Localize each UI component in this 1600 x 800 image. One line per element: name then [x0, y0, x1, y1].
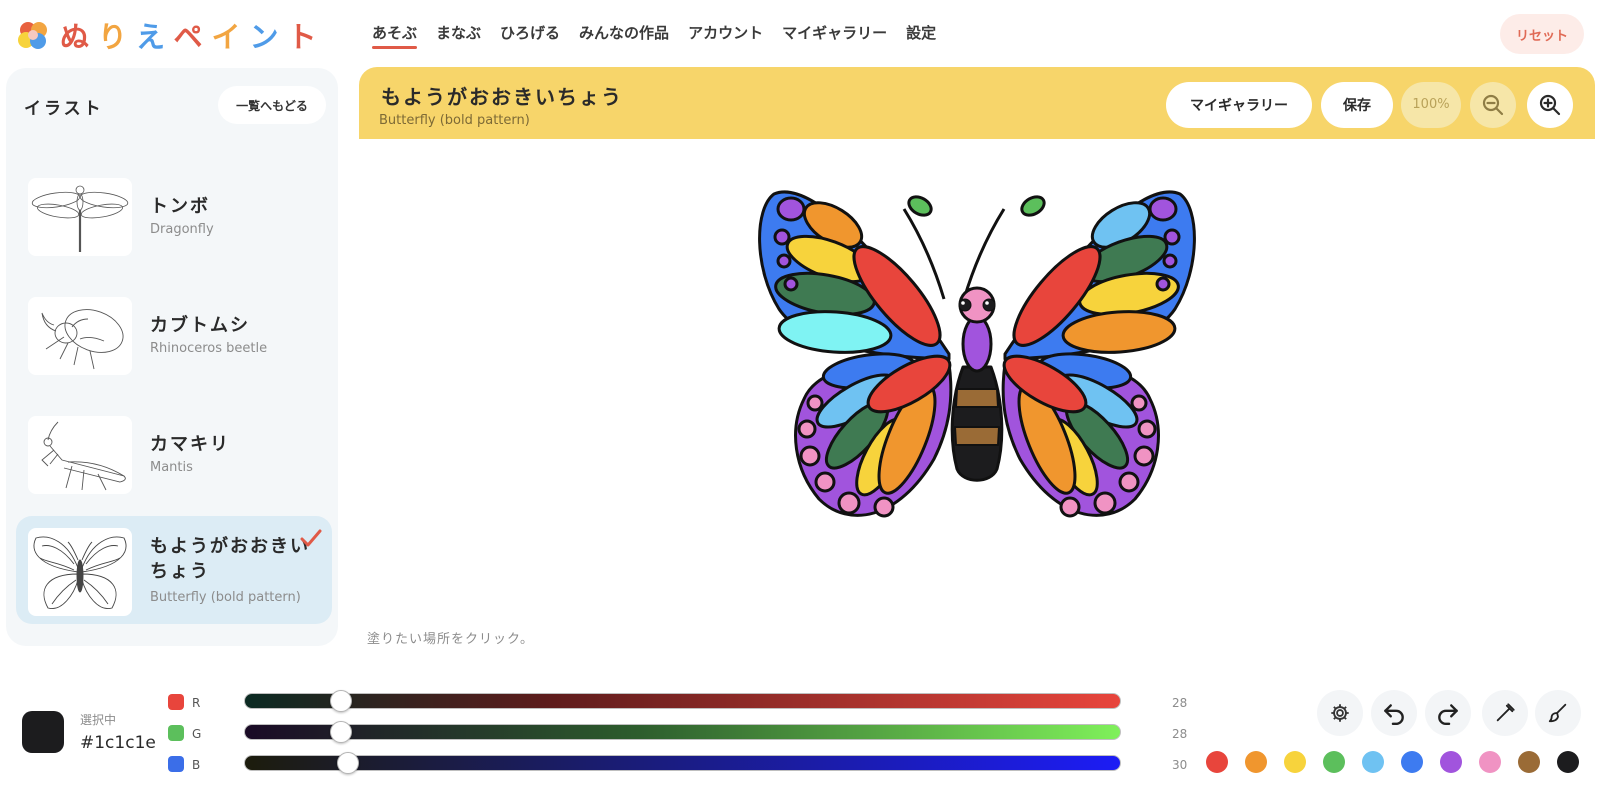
blue-channel-slider[interactable]	[244, 752, 1121, 774]
logo-letter: ぬ	[60, 20, 99, 54]
palette-swatch-light-blue[interactable]	[1362, 751, 1384, 773]
mantis-thumbnail	[28, 416, 132, 494]
palette-swatch-green[interactable]	[1323, 751, 1345, 773]
save-button[interactable]: 保存	[1321, 82, 1393, 128]
checkmark-icon	[300, 529, 322, 547]
palette-swatch-blue[interactable]	[1401, 751, 1423, 773]
drawing-title-bar: もようがおおきいちょう Butterfly (bold pattern) マイギ…	[359, 67, 1595, 139]
current-color-swatch	[22, 711, 64, 753]
settings-tool-button[interactable]	[1317, 690, 1363, 736]
green-channel-dot	[168, 725, 184, 741]
palette-swatch-yellow[interactable]	[1284, 751, 1306, 773]
blue-channel-dot	[168, 756, 184, 772]
nav-item-learn[interactable]: まなぶ	[436, 22, 481, 47]
current-color-hex: #1c1c1e	[80, 733, 156, 753]
logo-letter: ペ	[173, 20, 212, 54]
eyedropper-icon	[1496, 703, 1515, 722]
beetle-thumbnail	[28, 297, 132, 375]
red-channel-label: R	[192, 696, 201, 710]
palette-swatch-black[interactable]	[1557, 751, 1579, 773]
butterfly-artwork[interactable]	[359, 139, 1595, 649]
illustration-subtitle: Rhinoceros beetle	[150, 341, 268, 356]
logo-letter: え	[136, 20, 174, 54]
gear-icon	[1331, 704, 1349, 722]
nav-item-my-gallery[interactable]: マイギャラリー	[782, 22, 887, 47]
zoom-in-button[interactable]	[1527, 82, 1573, 128]
illustration-item-beetle[interactable]: カブトムシ Rhinoceros beetle	[16, 289, 332, 397]
zoom-in-icon	[1539, 94, 1561, 116]
green-channel-label: G	[192, 727, 202, 741]
logo-letter: ト	[287, 20, 326, 54]
current-color-label: 選択中	[80, 713, 117, 727]
redo-button[interactable]	[1425, 690, 1471, 736]
header: ぬりえペイント あそぶ まなぶ ひろげる みんなの作品 アカウント マイギャラリ…	[0, 0, 1600, 66]
butterfly-thumbnail	[28, 528, 132, 616]
blue-channel-label: B	[192, 758, 201, 772]
nav-item-community[interactable]: みんなの作品	[579, 22, 669, 47]
coloring-canvas[interactable]	[359, 139, 1595, 649]
palette-swatch-brown[interactable]	[1518, 751, 1540, 773]
drawing-subtitle: Butterfly (bold pattern)	[379, 113, 530, 128]
brush-button[interactable]	[1535, 690, 1581, 736]
illustration-item-mantis[interactable]: カマキリ Mantis	[16, 408, 332, 516]
zoom-out-button[interactable]	[1470, 82, 1516, 128]
zoom-level-readout: 100%	[1401, 82, 1461, 128]
illustration-sidebar: イラスト 一覧へもどる トンボ Dragonfly カブトムシ Rhinocer…	[6, 68, 338, 646]
app-logo[interactable]: ぬりえペイント	[16, 14, 326, 56]
undo-button[interactable]	[1371, 690, 1417, 736]
illustration-subtitle: Mantis	[150, 460, 193, 475]
blue-channel-value: 30	[1172, 758, 1188, 772]
eyedropper-button[interactable]	[1482, 690, 1528, 736]
palette-swatch-orange[interactable]	[1245, 751, 1267, 773]
sidebar-title: イラスト	[24, 99, 104, 119]
green-slider-handle[interactable]	[330, 721, 353, 743]
green-channel-value: 28	[1172, 727, 1188, 741]
nav-item-account[interactable]: アカウント	[688, 22, 763, 47]
palette-swatch-red[interactable]	[1206, 751, 1228, 773]
undo-icon	[1384, 704, 1404, 726]
redo-icon	[1438, 704, 1458, 726]
illustration-subtitle: Butterfly (bold pattern)	[150, 590, 301, 605]
logo-blob-icon	[18, 22, 47, 49]
logo-letter: イ	[211, 20, 250, 54]
back-to-list-button[interactable]: 一覧へもどる	[218, 86, 326, 124]
nav-item-expand[interactable]: ひろげる	[500, 22, 560, 47]
red-slider-handle[interactable]	[330, 690, 353, 712]
blue-slider-handle[interactable]	[336, 752, 359, 774]
red-channel-value: 28	[1172, 696, 1188, 710]
illustration-item-dragonfly[interactable]: トンボ Dragonfly	[16, 170, 332, 278]
illustration-subtitle: Dragonfly	[150, 222, 214, 237]
red-channel-slider[interactable]	[244, 690, 1121, 712]
brush-icon	[1548, 703, 1567, 723]
drawing-title: もようがおおきいちょう	[381, 85, 623, 109]
logo-letter: ン	[249, 20, 288, 54]
app-title: ぬりえペイント	[60, 14, 326, 56]
illustration-title: トンボ	[150, 196, 210, 217]
dragonfly-thumbnail	[28, 178, 132, 256]
canvas-hint: 塗りたい場所をクリック。	[367, 632, 534, 647]
green-channel-slider[interactable]	[244, 721, 1121, 743]
illustration-title: カブトムシ	[150, 315, 250, 336]
zoom-out-icon	[1482, 94, 1504, 116]
illustration-item-butterfly[interactable]: もようがおおきいちょう Butterfly (bold pattern)	[16, 516, 332, 624]
nav-item-play[interactable]: あそぶ	[372, 22, 418, 49]
main-nav: あそぶ まなぶ ひろげる みんなの作品 アカウント マイギャラリー 設定	[372, 22, 936, 49]
my-gallery-button[interactable]: マイギャラリー	[1166, 82, 1312, 128]
palette-swatch-purple[interactable]	[1440, 751, 1462, 773]
reset-button[interactable]: リセット	[1500, 14, 1584, 54]
nav-item-settings[interactable]: 設定	[906, 22, 936, 47]
red-channel-dot	[168, 694, 184, 710]
illustration-title: カマキリ	[150, 434, 230, 455]
illustration-title: もようがおおきいちょう	[150, 536, 310, 582]
palette-swatch-pink[interactable]	[1479, 751, 1501, 773]
logo-letter: り	[98, 20, 137, 54]
